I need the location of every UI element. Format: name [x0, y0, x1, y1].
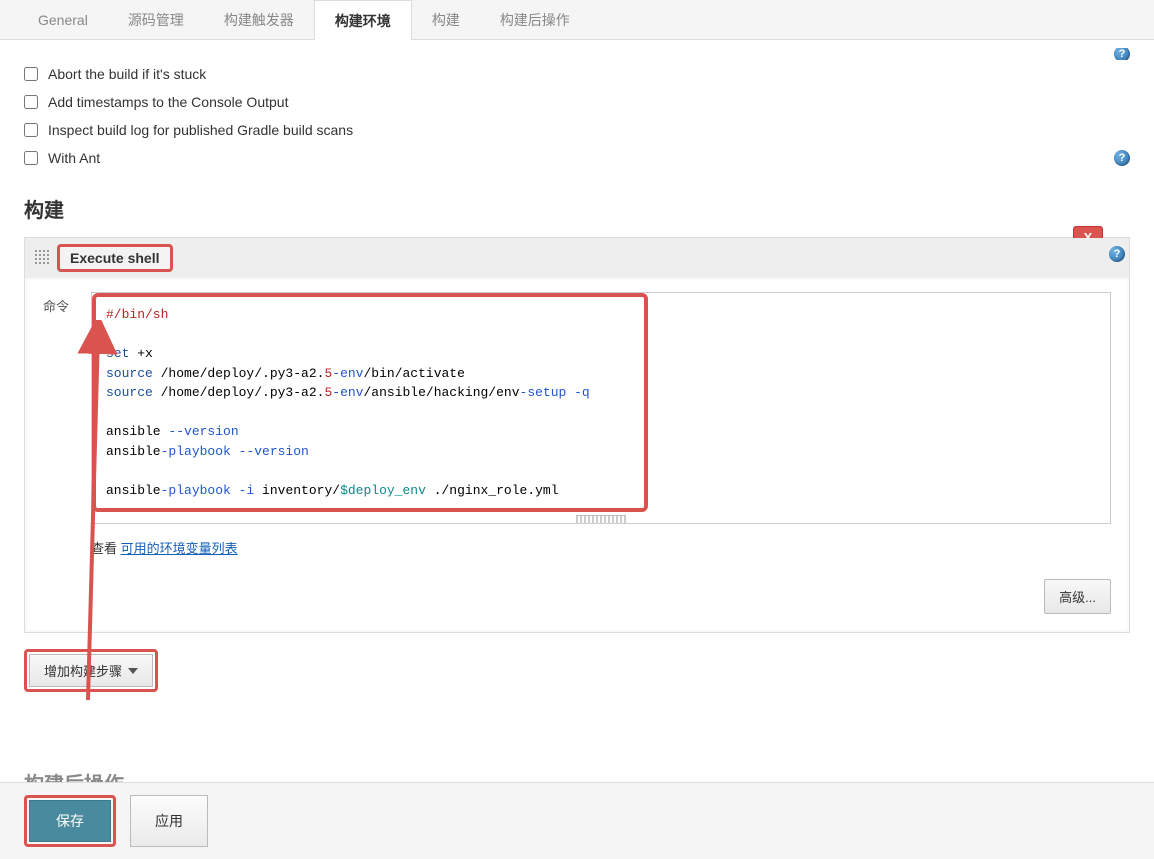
build-step-execute-shell: X Execute shell ? 命令 #/bin/sh set +x sou… — [24, 237, 1130, 633]
option-label: With Ant — [48, 150, 100, 166]
checkbox-gradle[interactable] — [24, 123, 38, 137]
apply-button[interactable]: 应用 — [130, 795, 208, 847]
drag-handle-icon[interactable] — [35, 250, 51, 266]
help-icon[interactable]: ? — [1114, 48, 1130, 60]
option-label: Abort the build if it's stuck — [48, 66, 206, 82]
env-vars-hint: 查看 可用的环境变量列表 — [91, 538, 1111, 557]
advanced-button[interactable]: 高级... — [1044, 579, 1111, 614]
option-label: Add timestamps to the Console Output — [48, 94, 288, 110]
tab-triggers[interactable]: 构建触发器 — [204, 0, 314, 39]
checkbox-timestamps[interactable] — [24, 95, 38, 109]
resize-handle[interactable] — [576, 515, 626, 523]
tab-general[interactable]: General — [18, 0, 108, 39]
checkbox-abort[interactable] — [24, 67, 38, 81]
add-build-step-button[interactable]: 增加构建步骤 — [29, 654, 153, 687]
help-icon[interactable]: ? — [1114, 150, 1130, 166]
option-ant: With Ant ? — [24, 144, 1130, 172]
save-button[interactable]: 保存 — [29, 800, 111, 842]
step-title: Execute shell — [57, 244, 173, 272]
checkbox-ant[interactable] — [24, 151, 38, 165]
option-gradle: Inspect build log for published Gradle b… — [24, 116, 1130, 144]
section-build-title: 构建 — [24, 194, 1130, 223]
env-vars-link[interactable]: 可用的环境变量列表 — [121, 541, 238, 556]
tab-scm[interactable]: 源码管理 — [108, 0, 204, 39]
option-abort: Abort the build if it's stuck — [24, 60, 1130, 88]
tab-post[interactable]: 构建后操作 — [480, 0, 590, 39]
tab-env[interactable]: 构建环境 — [314, 0, 412, 40]
help-icon[interactable]: ? — [1109, 246, 1125, 262]
bottom-action-bar: 保存 应用 — [0, 782, 1154, 859]
chevron-down-icon — [128, 668, 138, 674]
tab-build[interactable]: 构建 — [412, 0, 480, 39]
content-area: ? Abort the build if it's stuck Add time… — [0, 40, 1154, 692]
step-header: Execute shell ? — [25, 238, 1129, 278]
option-row-truncated: ? — [24, 48, 1130, 60]
command-textarea[interactable]: #/bin/sh set +x source /home/deploy/.py3… — [91, 292, 1111, 524]
command-label: 命令 — [43, 290, 91, 315]
add-step-highlight: 增加构建步骤 — [24, 649, 158, 692]
config-tabs: General 源码管理 构建触发器 构建环境 构建 构建后操作 — [0, 0, 1154, 40]
step-body: 命令 #/bin/sh set +x source /home/deploy/.… — [27, 280, 1127, 630]
save-highlight: 保存 — [24, 795, 116, 847]
option-label: Inspect build log for published Gradle b… — [48, 122, 353, 138]
option-timestamps: Add timestamps to the Console Output — [24, 88, 1130, 116]
